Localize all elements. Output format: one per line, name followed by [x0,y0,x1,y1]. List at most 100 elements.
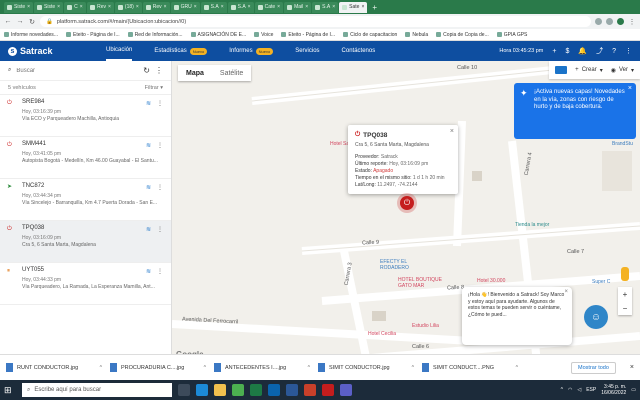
extension-icon[interactable] [606,18,613,25]
bookmark-item[interactable]: Eteito - Página de I... [65,32,120,38]
chrome-icon[interactable] [232,384,244,396]
bookmark-item[interactable]: Eteito - Página de I... [281,32,335,38]
wifi-icon[interactable]: ◠ [568,387,572,393]
close-icon[interactable]: × [164,4,167,10]
show-all-button[interactable]: Mostrar todo [571,361,616,374]
satrack-logo[interactable]: s Satrack [8,46,98,56]
street-view-pegman[interactable] [621,267,629,281]
more-icon[interactable]: ⋮ [157,100,163,107]
vehicle-row[interactable]: ➤ TNC872 Hoy, 03:44:34 pm Vía Sincelejo - B… [0,179,171,221]
chevron-up-icon[interactable]: ^ [204,365,206,371]
menu-icon[interactable]: ⋮ [628,18,636,26]
browser-tab[interactable]: (18) × [114,1,142,13]
browser-tab[interactable]: Cate × [254,1,284,13]
outlook-icon[interactable] [268,384,280,396]
extension-icon[interactable] [595,18,602,25]
close-icon[interactable]: × [108,4,111,10]
create-button[interactable]: + Crear ▾ [575,67,603,74]
language-indicator[interactable]: ESP [586,387,596,393]
chatbot-avatar[interactable]: ☺ [584,305,608,329]
apps-icon[interactable]: ⋮ [625,47,632,55]
browser-tab[interactable]: S.A × [312,1,339,13]
poi-label[interactable]: BrandStu [612,141,633,147]
vehicle-marker[interactable]: ⏻ [400,196,414,210]
profile-avatar[interactable] [617,18,624,25]
browser-tab[interactable]: Siste × [34,1,64,13]
signal-icon[interactable]: ≋ [146,226,151,233]
dollar-icon[interactable]: $ [565,48,569,55]
download-item[interactable]: RUNT CONDUCTOR.jpg ^ [6,363,102,372]
bookmark-item[interactable]: Copia de Copia de... [436,32,489,38]
nav-item[interactable]: Informes Nuevo [229,41,274,61]
bookmark-item[interactable]: Informe novedades... [4,32,58,38]
bookmark-item[interactable]: Nebula [405,32,428,38]
url-field[interactable]: 🔒 platform.satrack.com/#/main/(Ubicacion… [40,16,591,27]
close-icon[interactable]: × [332,4,335,10]
filter-button[interactable]: Filtrar ▾ [145,85,163,91]
signal-icon[interactable]: ≋ [146,142,151,149]
signal-icon[interactable]: ≋ [146,184,151,191]
bookmark-item[interactable]: ASIGNACIÓN DE E... [190,32,246,38]
teams-icon[interactable] [340,384,352,396]
browser-tab[interactable]: S.A × [227,1,254,13]
poi-label[interactable]: Hotel Sa [330,141,349,147]
bookmark-item[interactable]: Voice [254,32,273,38]
search-input[interactable] [16,67,139,74]
volume-icon[interactable]: ◁ [577,387,581,393]
new-tab-button[interactable]: + [368,3,381,12]
keyboard-icon[interactable] [555,66,568,74]
file-explorer-icon[interactable] [214,384,226,396]
close-icon[interactable]: × [248,4,251,10]
excel-icon[interactable] [250,384,262,396]
more-icon[interactable]: ⋮ [155,66,163,75]
nav-item[interactable]: Ubicación [106,41,133,61]
poi-label[interactable]: Hotel Cecilia [368,331,396,337]
browser-tab[interactable]: Sate × [339,1,368,13]
bookmark-item[interactable]: Ciclo de capacitacion [343,32,397,38]
close-icon[interactable]: × [136,4,139,10]
poi-label[interactable]: Estudio Lilia [412,323,439,329]
zoom-in-button[interactable]: + [623,287,628,301]
download-item[interactable]: ANTECEDENTES I....jpg ^ [214,363,310,372]
vehicle-row[interactable]: ⏸ UYT055 Hoy, 03:44:33 pm Vía Parqueadero, … [0,263,171,305]
more-icon[interactable]: ⋮ [157,142,163,149]
notifications-icon[interactable]: ▭ [631,387,636,393]
chevron-up-icon[interactable]: ^ [516,365,518,371]
poi-label[interactable]: Hotel 30.000 [477,278,505,284]
close-icon[interactable]: × [221,4,224,10]
close-icon[interactable]: × [57,4,60,10]
windows-start-icon[interactable]: ⊞ [4,385,16,396]
browser-tab[interactable]: Rev × [142,1,170,13]
map-type-map[interactable]: Mapa [178,65,212,81]
bookmark-item[interactable]: GPIA GPS [496,32,527,38]
vehicle-row[interactable]: ⏻ SMM441 Hoy, 03:41:05 pm Autopista Bogotá … [0,137,171,179]
close-icon[interactable]: × [305,4,308,10]
bookmark-item[interactable]: Red de Información... [127,32,183,38]
chevron-up-icon[interactable]: ^ [412,365,414,371]
vehicle-row[interactable]: ⏻ SRE984 Hoy, 03:16:39 pm Vía ECO y Parquea… [0,95,171,137]
word-icon[interactable] [286,384,298,396]
poi-label[interactable]: Tienda la mejor [515,222,549,228]
close-icon[interactable]: × [450,128,454,135]
back-icon[interactable]: ← [4,18,12,25]
reload-icon[interactable]: ↻ [28,18,36,26]
download-item[interactable]: SIMIT CONDUCTOR.jpg ^ [318,363,414,372]
nav-item[interactable]: Servicios [295,41,319,61]
poi-label[interactable]: EFECTY EL RODADERO [380,259,420,271]
close-icon[interactable]: × [564,289,568,296]
forward-icon[interactable]: → [16,18,24,25]
browser-tab[interactable]: C × [64,1,87,13]
signal-icon[interactable]: ≋ [146,100,151,107]
plus-icon[interactable]: + [552,48,556,55]
help-icon[interactable]: ? [612,48,616,55]
zoom-out-button[interactable]: − [623,301,628,315]
more-icon[interactable]: ⋮ [157,226,163,233]
chevron-up-icon[interactable]: ^ [100,365,102,371]
browser-tab[interactable]: GRU × [170,1,200,13]
chevron-up-icon[interactable]: ^ [561,387,563,393]
map-view[interactable]: Mapa Satélite + Crear ▾ ◉ Ver ▾ ✦ × ¡Activ… [172,61,640,362]
more-icon[interactable]: ⋮ [157,184,163,191]
poi-label[interactable]: Super C [592,279,610,285]
download-item[interactable]: PROCURADURIA C....jpg ^ [110,363,206,372]
close-icon[interactable]: × [194,4,197,10]
